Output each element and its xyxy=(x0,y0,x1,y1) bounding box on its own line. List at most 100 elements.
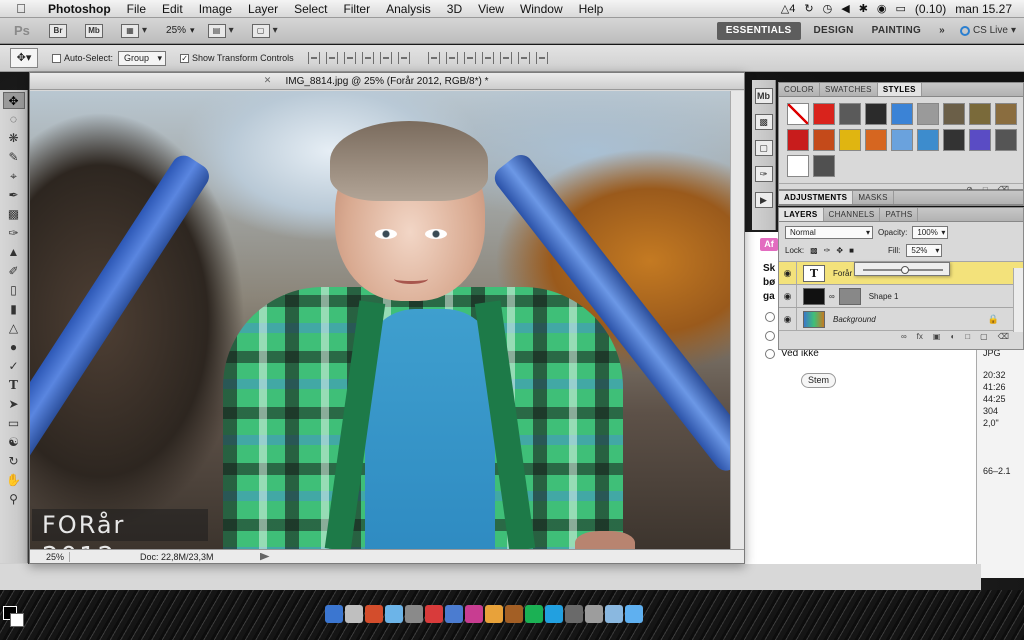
style-swatch[interactable] xyxy=(995,129,1017,151)
dock-app-icon[interactable] xyxy=(465,605,483,623)
style-swatch[interactable] xyxy=(813,155,835,177)
dock-app-icon[interactable] xyxy=(605,605,623,623)
lock-transparency-icon[interactable]: ▩ xyxy=(810,246,818,255)
menu-file[interactable]: File xyxy=(119,2,154,16)
fill-field[interactable]: 52% xyxy=(906,244,943,257)
style-swatch[interactable] xyxy=(813,129,835,151)
style-swatch[interactable] xyxy=(865,103,887,125)
blur-tool-icon[interactable]: △ xyxy=(3,320,25,337)
status-zoom-field[interactable]: 25% xyxy=(30,551,70,562)
document-tab[interactable]: ✕ IMG_8814.jpg @ 25% (Forår 2012, RGB/8*… xyxy=(30,73,744,90)
menubar-clock[interactable]: man 15.27 xyxy=(955,2,1012,16)
style-swatch[interactable] xyxy=(787,129,809,151)
menu-app-photoshop[interactable]: Photoshop xyxy=(40,2,119,16)
fill-slider-knob[interactable] xyxy=(900,266,909,274)
dock-app-icon[interactable] xyxy=(405,605,423,623)
menu-filter[interactable]: Filter xyxy=(335,2,378,16)
style-swatch[interactable] xyxy=(995,103,1017,125)
eraser-tool-icon[interactable]: ▯ xyxy=(3,282,25,299)
style-swatch[interactable] xyxy=(917,129,939,151)
opacity-field[interactable]: 100% xyxy=(912,226,949,239)
zoom-level-field[interactable]: 25% xyxy=(166,25,186,36)
layer-visibility-eye-icon[interactable]: ◉ xyxy=(779,307,797,331)
new-group-icon[interactable]: □ xyxy=(965,331,970,343)
menu-select[interactable]: Select xyxy=(286,2,335,16)
dock-app-icon[interactable] xyxy=(385,605,403,623)
volume-icon[interactable]: ◀ xyxy=(841,2,849,15)
dock-app-icon[interactable] xyxy=(625,605,643,623)
eyedropper-tool-icon[interactable]: ✒ xyxy=(3,187,25,204)
3d-orbit-tool-icon[interactable]: ↻ xyxy=(3,453,25,470)
tab-masks[interactable]: MASKS xyxy=(853,191,894,204)
add-mask-icon[interactable]: ▣ xyxy=(933,331,941,343)
dock-app-icon[interactable] xyxy=(325,605,343,623)
adobe-updates-icon[interactable]: △4 xyxy=(781,2,796,15)
arrange-documents-button[interactable]: ▤ ▾ xyxy=(203,22,239,40)
image-canvas[interactable]: FORår 2012 xyxy=(30,91,730,551)
style-swatch[interactable] xyxy=(839,129,861,151)
lock-pixels-icon[interactable]: ✑ xyxy=(824,246,831,255)
dock-app-icon[interactable] xyxy=(365,605,383,623)
history-panel-icon[interactable]: ▩ xyxy=(754,114,773,130)
3d-rotate-tool-icon[interactable]: ☯ xyxy=(3,434,25,451)
layer-row[interactable]: ◉ Background 🔒 xyxy=(779,307,1023,331)
style-swatch[interactable] xyxy=(969,103,991,125)
brush-panel-icon[interactable]: ✑ xyxy=(754,166,773,182)
menu-window[interactable]: Window xyxy=(512,2,571,16)
workspace-more-button[interactable]: » xyxy=(930,25,954,36)
close-document-icon[interactable]: ✕ xyxy=(262,75,273,86)
screen-mode-button[interactable]: ▢ ▾ xyxy=(247,22,283,40)
menu-edit[interactable]: Edit xyxy=(154,2,191,16)
layers-scrollbar[interactable] xyxy=(1013,268,1023,332)
auto-select-checkbox[interactable]: Auto-Select: xyxy=(52,53,113,63)
tab-adjustments[interactable]: ADJUSTMENTS xyxy=(779,191,854,204)
style-swatch-none[interactable] xyxy=(787,103,809,125)
dodge-tool-icon[interactable]: ● xyxy=(3,339,25,356)
workspace-design[interactable]: DESIGN xyxy=(805,25,863,36)
distribute-bottom-icon[interactable] xyxy=(463,52,476,64)
adjustment-layer-icon[interactable]: ◐ xyxy=(950,331,955,343)
crop-tool-icon[interactable]: ⌖ xyxy=(3,168,25,185)
align-bottom-icon[interactable] xyxy=(343,52,356,64)
quick-select-tool-icon[interactable]: ✎ xyxy=(3,149,25,166)
style-swatch[interactable] xyxy=(943,103,965,125)
cs-live-button[interactable]: CS Live ▾ xyxy=(959,25,1016,36)
dock-app-icon[interactable] xyxy=(425,605,443,623)
style-swatch[interactable] xyxy=(787,155,809,177)
tab-channels[interactable]: CHANNELS xyxy=(824,208,881,221)
align-right-icon[interactable] xyxy=(397,52,410,64)
poll-radio[interactable] xyxy=(765,331,775,341)
style-swatch[interactable] xyxy=(839,103,861,125)
layer-visibility-eye-icon[interactable]: ◉ xyxy=(779,261,797,285)
layer-row[interactable]: ◉ ∞ Shape 1 xyxy=(779,284,1023,308)
dock-app-icon[interactable] xyxy=(445,605,463,623)
style-swatch[interactable] xyxy=(865,129,887,151)
menu-3d[interactable]: 3D xyxy=(439,2,470,16)
style-swatch[interactable] xyxy=(891,103,913,125)
layer-style-icon[interactable]: fx xyxy=(917,331,923,343)
align-left-icon[interactable] xyxy=(361,52,374,64)
chevron-down-icon[interactable]: ▾ xyxy=(190,25,195,36)
dock-app-icon[interactable] xyxy=(565,605,583,623)
blend-mode-dropdown[interactable]: Normal xyxy=(785,226,873,239)
minibridge-panel-icon[interactable]: Mb xyxy=(754,88,773,104)
zoom-tool-icon[interactable]: ⚲ xyxy=(3,491,25,508)
battery-icon[interactable]: ▭ xyxy=(896,2,906,15)
move-tool-icon[interactable]: ✥ xyxy=(2,92,25,109)
style-swatch[interactable] xyxy=(969,129,991,151)
menu-layer[interactable]: Layer xyxy=(240,2,286,16)
align-vcenter-icon[interactable] xyxy=(325,52,338,64)
link-layers-icon[interactable]: ∞ xyxy=(901,331,907,343)
pen-tool-icon[interactable]: ✓ xyxy=(3,358,25,375)
style-swatch[interactable] xyxy=(813,103,835,125)
lasso-tool-icon[interactable]: ❋ xyxy=(3,130,25,147)
shape-tool-icon[interactable]: ▭ xyxy=(3,415,25,432)
watermark-text-layer[interactable]: FORår 2012 xyxy=(32,509,208,551)
brush-tool-icon[interactable]: ✑ xyxy=(3,225,25,242)
distribute-left-icon[interactable] xyxy=(481,52,494,64)
status-menu-arrow-icon[interactable] xyxy=(259,552,270,561)
menu-image[interactable]: Image xyxy=(191,2,240,16)
launch-bridge-button[interactable]: Br xyxy=(44,22,72,40)
marquee-tool-icon[interactable]: ◌ xyxy=(3,111,25,128)
hand-tool-icon[interactable]: ✋ xyxy=(3,472,25,489)
